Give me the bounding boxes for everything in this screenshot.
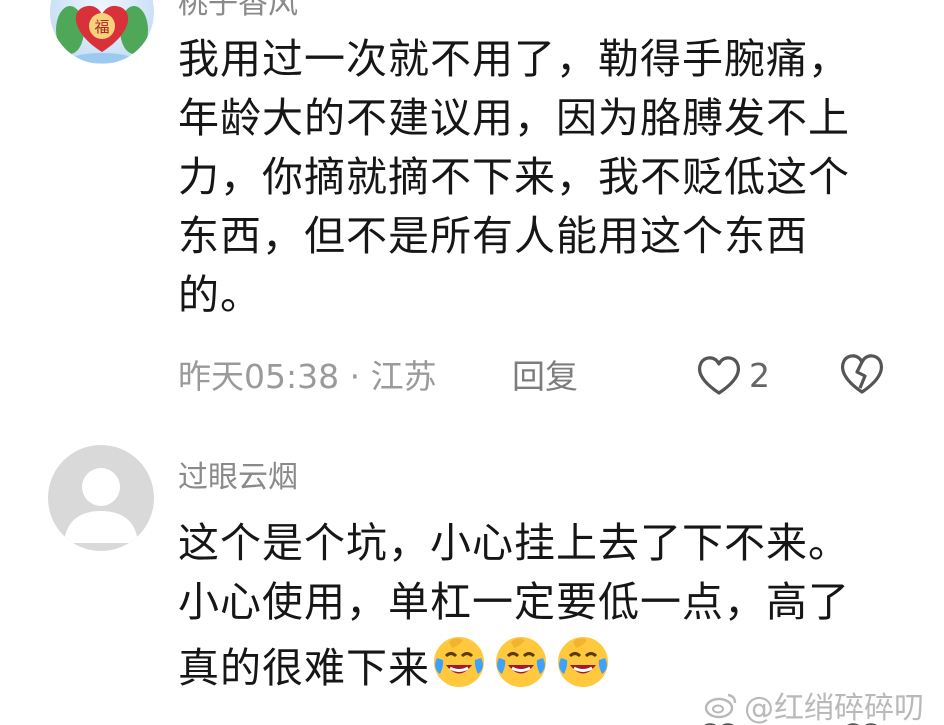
comment-timestamp-location: 昨天05:38 · 江苏 bbox=[178, 357, 437, 396]
comment-line-text: 真的很难下来 bbox=[178, 644, 430, 692]
comment-line: 年龄大的不建议用，因为胳膊发不上 bbox=[178, 94, 850, 142]
crying-laughing-emoji-icon bbox=[496, 637, 546, 687]
watermark: @红绡碎碎叨 bbox=[704, 683, 924, 725]
weibo-logo-icon bbox=[704, 693, 737, 719]
comment-username[interactable]: 过眼云烟 bbox=[178, 452, 298, 496]
watermark-text: @红绡碎碎叨 bbox=[744, 691, 924, 725]
avatar[interactable]: 福 bbox=[50, 0, 154, 64]
crying-laughing-emoji-icon bbox=[558, 637, 608, 687]
broken-heart-icon bbox=[840, 354, 884, 394]
default-user-icon bbox=[64, 468, 138, 543]
comment-line: 我用过一次就不用了，勒得手腕痛， bbox=[178, 35, 850, 83]
comment-text: 我用过一次就不用了，勒得手腕痛， 年龄大的不建议用，因为胳膊发不上 力，你摘就摘… bbox=[178, 30, 898, 325]
comment-text: 这个是个坑，小心挂上去了下不来。 小心使用，单杠一定要低一点，高了 真的很难下来 bbox=[178, 514, 898, 698]
comment-line: 东西，但不是所有人能用这个东西 bbox=[178, 212, 808, 260]
dislike-button[interactable] bbox=[838, 350, 886, 400]
heart-outline-icon bbox=[698, 356, 740, 395]
reply-button[interactable]: 回复 bbox=[512, 350, 578, 398]
comment-username[interactable]: 桃子香风 bbox=[178, 0, 298, 22]
fortune-heart-avatar-icon: 福 bbox=[56, 5, 148, 63]
avatar-badge-text: 福 bbox=[94, 18, 109, 36]
comment-line: 力，你摘就摘不下来，我不贬低这个 bbox=[178, 153, 850, 201]
comment-line: 这个是个坑，小心挂上去了下不来。 bbox=[178, 519, 850, 567]
like-count: 2 bbox=[749, 355, 770, 395]
avatar[interactable] bbox=[48, 445, 154, 551]
crying-laughing-emoji-icon bbox=[434, 637, 484, 687]
comment-line: 小心使用，单杠一定要低一点，高了 bbox=[178, 578, 850, 626]
comment-line: 的。 bbox=[178, 271, 262, 319]
like-button[interactable]: 2 bbox=[695, 350, 770, 400]
comment-thread: 福 桃子香风 我用过一次就不用了，勒得手腕痛， 年龄大的不建议用，因为胳膊发不上… bbox=[0, 0, 944, 725]
